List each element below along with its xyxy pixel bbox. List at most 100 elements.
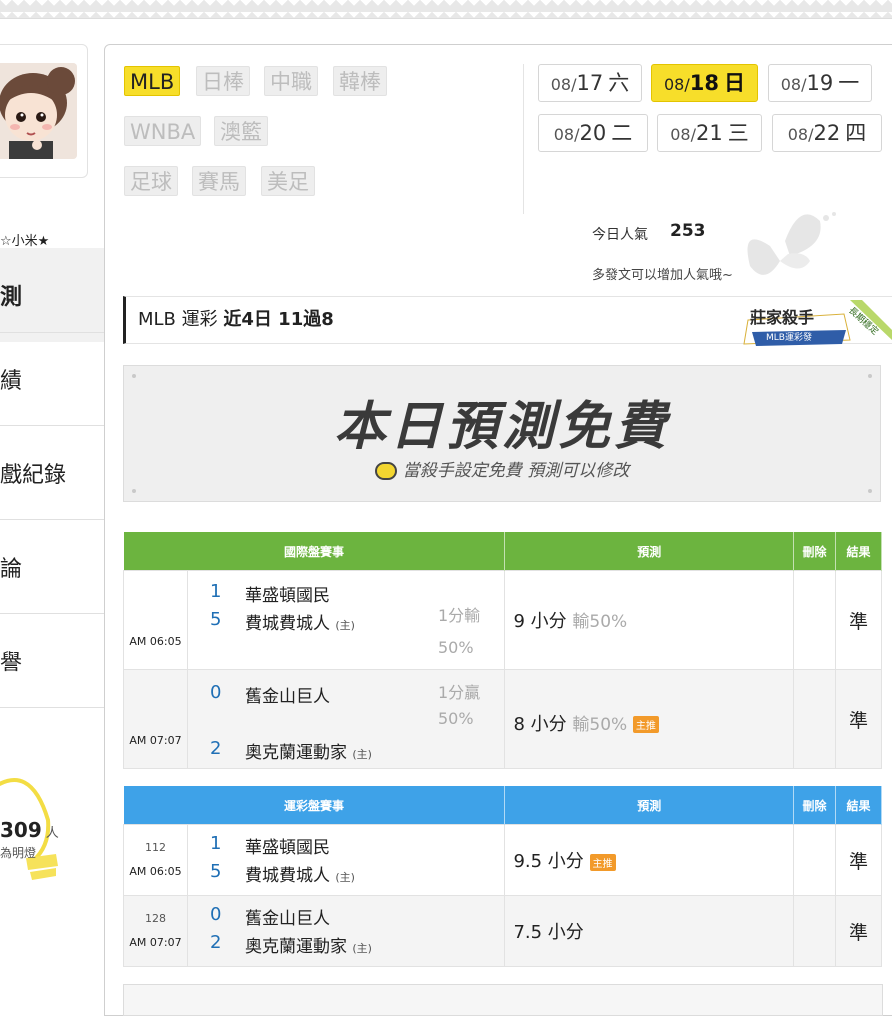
matchup: 1 華盛頓國民 5 費城費城人 (主): [186, 824, 506, 896]
butterfly-watermark-icon: [747, 212, 836, 275]
popularity-note: 多發文可以增加人氣哦~: [592, 268, 733, 283]
team-name: 華盛頓國民: [244, 586, 330, 606]
banner-title: 本日預測免費: [333, 396, 670, 457]
bulb-widget: 309 人 為明燈: [0, 750, 104, 900]
rivet: [132, 489, 136, 493]
game-time: AM 07:07: [123, 669, 188, 769]
bulb-caption: 為明燈: [0, 846, 37, 860]
league-tab-horse[interactable]: 賽馬: [192, 166, 246, 196]
rivet: [132, 374, 136, 378]
league-tab-cpbl[interactable]: 中職: [264, 66, 318, 96]
team-score: 1: [209, 833, 222, 854]
odds-pct: 50%: [437, 709, 474, 728]
table-row: 112 AM 06:05 1 華盛頓國民 5 費城費城人 (主) 9.5 小分 …: [123, 824, 882, 896]
game-info: 112 AM 06:05: [123, 824, 188, 896]
menu-item-game-history[interactable]: 戲紀錄: [0, 426, 104, 520]
league-tab-nfl[interactable]: 美足: [261, 166, 315, 196]
team-score: 5: [209, 609, 222, 630]
date-button-active[interactable]: 08/18 日: [651, 64, 758, 102]
matchup: 0 舊金山巨人 2 奧克蘭運動家 (主): [186, 895, 506, 967]
prediction: 8 小分 輸50% 主推: [504, 669, 795, 769]
matchup: 0 舊金山巨人 2 奧克蘭運動家 (主) 1分贏 50%: [186, 669, 506, 769]
table-row: AM 07:07 0 舊金山巨人 2 奧克蘭運動家 (主) 1分贏 50% 8 …: [123, 669, 882, 769]
team-name: 奧克蘭運動家 (主): [244, 937, 372, 957]
date-button[interactable]: 08/19 一: [768, 64, 872, 102]
header-delete: 刪除: [793, 786, 837, 825]
menu-label: 績: [0, 369, 23, 394]
header-delete: 刪除: [793, 532, 837, 571]
menu-label: 譽: [0, 650, 23, 676]
divider: [523, 64, 524, 214]
avatar-card: [0, 44, 88, 178]
date-button[interactable]: 08/22 四: [772, 114, 882, 152]
delete-cell[interactable]: [793, 895, 837, 967]
menu-item-prediction[interactable]: 測: [0, 248, 104, 342]
sidebar: ☆小米★ 測 績 戲紀錄 論 譽 309 人 為明燈: [0, 40, 104, 1000]
date-button[interactable]: 08/21 三: [657, 114, 762, 152]
delete-cell[interactable]: [793, 824, 837, 896]
game-info: 128 AM 07:07: [123, 895, 188, 967]
odds-line: 1分贏: [437, 683, 481, 702]
sport-lottery-table: 運彩盤賽事 預測 刪除 結果 112 AM 06:05 1 華盛頓國民 5 費城…: [123, 786, 882, 967]
killer-badge: 莊家殺手 MLB運彩發 長期穩定: [742, 300, 892, 352]
avatar[interactable]: [0, 63, 77, 159]
header-result: 結果: [835, 532, 882, 571]
banner-subtitle: 當殺手設定免費 預測可以修改: [124, 456, 880, 481]
menu-label: 戲紀錄: [0, 462, 67, 488]
header-sport-games: 運彩盤賽事: [123, 786, 506, 825]
team-name: 舊金山巨人: [244, 909, 330, 929]
matchup: 1 華盛頓國民 5 費城費城人 (主) 1分輸 50%: [186, 570, 506, 670]
league-tab-nbl[interactable]: 澳籃: [214, 116, 268, 146]
odds-line: 1分輸: [437, 606, 481, 625]
top-decorative-border: [0, 0, 892, 19]
popularity-label: 今日人氣: [592, 227, 648, 243]
menu-item-honors[interactable]: 譽: [0, 614, 104, 708]
team-score: 1: [209, 581, 222, 602]
league-tab-mlb[interactable]: MLB: [124, 66, 181, 96]
league-tab-kbo[interactable]: 韓棒: [333, 66, 387, 96]
free-prediction-banner: 本日預測免費 當殺手設定免費 預測可以修改: [123, 365, 881, 502]
delete-cell[interactable]: [793, 570, 837, 670]
prediction: 9 小分 輸50%: [504, 570, 795, 670]
team-name: 舊金山巨人: [244, 687, 330, 707]
rivet: [868, 489, 872, 493]
team-name: 費城費城人 (主): [244, 614, 355, 634]
badge-sub: MLB運彩發: [766, 333, 812, 343]
team-score: 5: [209, 861, 222, 882]
league-tab-npb[interactable]: 日棒: [196, 66, 250, 96]
rivet: [868, 374, 872, 378]
date-button[interactable]: 08/17 六: [538, 64, 642, 102]
menu-item-record[interactable]: 績: [0, 332, 104, 426]
odds-pct: 50%: [437, 638, 474, 657]
header-prediction: 預測: [504, 786, 795, 825]
intl-games-table: 國際盤賽事 預測 刪除 結果 AM 06:05 1 華盛頓國民 5 費城費城人 …: [123, 532, 882, 769]
date-button[interactable]: 08/20 二: [538, 114, 648, 152]
prediction: 9.5 小分 主推: [504, 824, 795, 896]
coin-icon: [374, 462, 397, 480]
badge-title: 莊家殺手: [750, 308, 815, 327]
team-score: 2: [209, 932, 222, 953]
team-name: 華盛頓國民: [244, 838, 330, 858]
result: 準: [835, 824, 882, 896]
table-row: 128 AM 07:07 0 舊金山巨人 2 奧克蘭運動家 (主) 7.5 小分…: [123, 895, 882, 967]
league-tab-soccer[interactable]: 足球: [124, 166, 178, 196]
result: 準: [835, 895, 882, 967]
menu-item-comments[interactable]: 論: [0, 520, 104, 614]
result: 準: [835, 570, 882, 670]
main-pick-tag: 主推: [589, 853, 616, 871]
table-row: AM 06:05 1 華盛頓國民 5 費城費城人 (主) 1分輸 50% 9 小…: [123, 570, 882, 670]
table-header: 國際盤賽事 預測 刪除 結果: [123, 532, 882, 571]
header-prediction: 預測: [504, 532, 795, 571]
bulb-count: 309 人: [0, 818, 59, 842]
table-header: 運彩盤賽事 預測 刪除 結果: [123, 786, 882, 825]
result: 準: [835, 669, 882, 769]
header-result: 結果: [835, 786, 882, 825]
delete-cell[interactable]: [793, 669, 837, 769]
game-time: AM 06:05: [123, 570, 188, 670]
team-name: 奧克蘭運動家 (主): [244, 743, 372, 763]
league-tab-wnba[interactable]: WNBA: [124, 116, 202, 146]
menu-label: 測: [0, 285, 23, 310]
main-pick-tag: 主推: [632, 716, 659, 733]
popularity-value: 253: [670, 221, 706, 241]
team-name: 費城費城人 (主): [244, 866, 355, 886]
